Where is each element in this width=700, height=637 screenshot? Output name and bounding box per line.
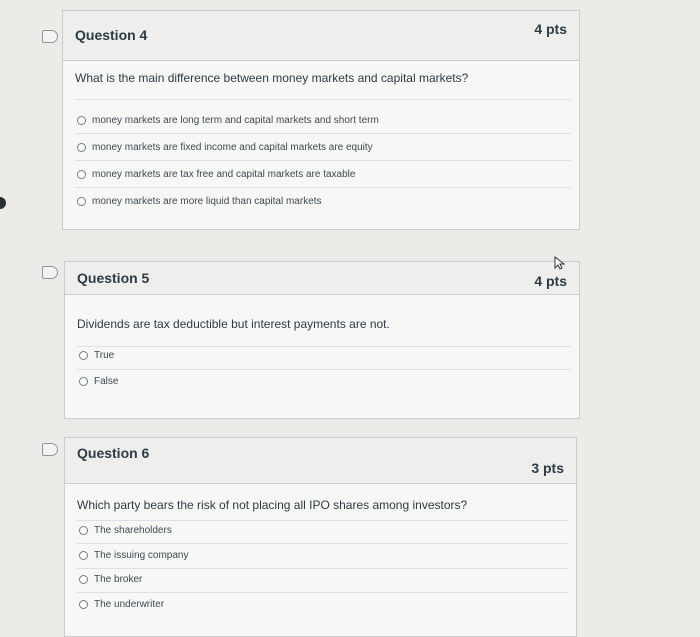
question-text: What is the main difference between mone… [75,71,469,85]
answer-option[interactable]: The broker [79,574,142,585]
radio-button-icon[interactable] [77,143,86,152]
divider [75,187,571,188]
question-5-header: Question 5 4 pts [65,262,579,295]
question-4-header: Question 4 4 pts [63,11,579,61]
radio-button-icon[interactable] [79,575,88,584]
answer-label: True [94,350,115,361]
radio-button-icon[interactable] [77,170,86,179]
answer-label: money markets are fixed income and capit… [92,142,373,153]
divider [75,99,571,100]
divider [77,346,571,347]
answer-label: money markets are long term and capital … [92,115,379,126]
divider [77,592,568,593]
answer-option[interactable]: money markets are more liquid than capit… [77,196,322,207]
radio-button-icon[interactable] [79,377,88,386]
mouse-pointer-icon [554,256,566,270]
answer-option[interactable]: The underwriter [79,599,164,610]
answer-option[interactable]: True [79,350,114,361]
question-title: Question 6 [77,445,150,461]
divider [75,160,571,161]
flag-question-6-icon[interactable] [42,443,58,456]
divider [75,133,571,134]
answer-option[interactable]: money markets are long term and capital … [77,115,379,126]
answer-label: money markets are more liquid than capit… [92,196,322,207]
question-points: 4 pts [534,273,567,289]
radio-button-icon[interactable] [79,526,88,535]
answer-option[interactable]: The shareholders [79,525,172,536]
answer-label: False [94,376,119,387]
answer-label: The underwriter [94,599,165,610]
answer-option[interactable]: False [79,376,118,387]
radio-button-icon[interactable] [77,197,86,206]
answer-option[interactable]: The issuing company [79,550,189,561]
radio-button-icon[interactable] [77,116,86,125]
radio-button-icon[interactable] [79,600,88,609]
radio-button-icon[interactable] [79,351,88,360]
flag-question-4-icon[interactable] [42,30,58,43]
answer-option[interactable]: money markets are fixed income and capit… [77,142,373,153]
divider [77,369,571,370]
question-6: Question 6 3 pts Which party bears the r… [64,437,577,637]
question-text: Which party bears the risk of not placin… [77,498,468,512]
side-indicator [0,197,6,209]
answer-label: The broker [94,574,143,585]
question-text: Dividends are tax deductible but interes… [77,317,390,331]
radio-button-icon[interactable] [79,551,88,560]
answer-label: The shareholders [94,525,172,536]
question-5: Question 5 4 pts Dividends are tax deduc… [64,261,580,419]
question-points: 3 pts [531,460,564,476]
flag-question-5-icon[interactable] [42,266,58,279]
answer-option[interactable]: money markets are tax free and capital m… [77,169,355,180]
question-4: Question 4 4 pts What is the main differ… [62,10,580,230]
question-points: 4 pts [534,21,567,37]
divider [77,543,568,544]
question-title: Question 5 [77,270,150,286]
answer-label: The issuing company [94,550,189,561]
divider [77,520,568,521]
divider [77,568,568,569]
answer-label: money markets are tax free and capital m… [92,169,356,180]
question-title: Question 4 [75,27,148,43]
question-6-header: Question 6 3 pts [65,438,576,484]
